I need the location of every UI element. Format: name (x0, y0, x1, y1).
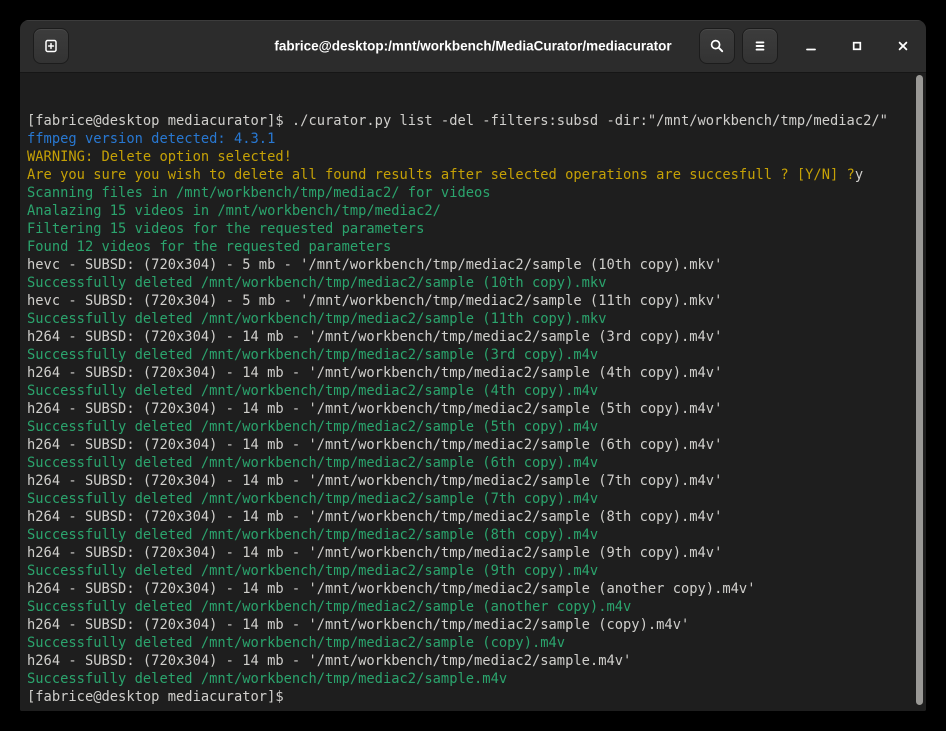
minimize-icon (803, 38, 819, 54)
terminal-line: Successfully deleted /mnt/workbench/tmp/… (27, 382, 910, 400)
terminal-line: Found 12 videos for the requested parame… (27, 238, 910, 256)
terminal-line: [fabrice@desktop mediacurator]$ ./curato… (27, 112, 910, 130)
terminal-line: Successfully deleted /mnt/workbench/tmp/… (27, 418, 910, 436)
menu-button[interactable] (742, 28, 778, 64)
terminal-screen[interactable]: [fabrice@desktop mediacurator]$ ./curato… (20, 73, 926, 711)
terminal-line: Successfully deleted /mnt/workbench/tmp/… (27, 346, 910, 364)
terminal-line: Scanning files in /mnt/workbench/tmp/med… (27, 184, 910, 202)
close-icon (895, 38, 911, 54)
terminal-line: h264 - SUBSD: (720x304) - 14 mb - '/mnt/… (27, 616, 910, 634)
terminal-window: fabrice@desktop:/mnt/workbench/MediaCura… (20, 20, 926, 711)
minimize-button[interactable] (798, 33, 824, 59)
terminal-line: Successfully deleted /mnt/workbench/tmp/… (27, 526, 910, 544)
terminal-line: h264 - SUBSD: (720x304) - 14 mb - '/mnt/… (27, 436, 910, 454)
terminal-line: h264 - SUBSD: (720x304) - 14 mb - '/mnt/… (27, 472, 910, 490)
menu-icon (752, 38, 768, 54)
terminal-line: Successfully deleted /mnt/workbench/tmp/… (27, 274, 910, 292)
terminal-line: WARNING: Delete option selected! (27, 148, 910, 166)
terminal-line: h264 - SUBSD: (720x304) - 14 mb - '/mnt/… (27, 400, 910, 418)
terminal-line: [fabrice@desktop mediacurator]$ (27, 688, 910, 706)
terminal-line: h264 - SUBSD: (720x304) - 14 mb - '/mnt/… (27, 544, 910, 562)
maximize-button[interactable] (844, 33, 870, 59)
terminal-line: h264 - SUBSD: (720x304) - 14 mb - '/mnt/… (27, 364, 910, 382)
terminal-line: h264 - SUBSD: (720x304) - 14 mb - '/mnt/… (27, 652, 910, 670)
terminal-line: hevc - SUBSD: (720x304) - 5 mb - '/mnt/w… (27, 256, 910, 274)
terminal-line: h264 - SUBSD: (720x304) - 14 mb - '/mnt/… (27, 328, 910, 346)
titlebar[interactable]: fabrice@desktop:/mnt/workbench/MediaCura… (20, 20, 926, 73)
terminal-line: Successfully deleted /mnt/workbench/tmp/… (27, 562, 910, 580)
maximize-icon (849, 38, 865, 54)
new-tab-icon (43, 38, 59, 54)
terminal-line: Analazing 15 videos in /mnt/workbench/tm… (27, 202, 910, 220)
terminal-line: Filtering 15 videos for the requested pa… (27, 220, 910, 238)
new-tab-button[interactable] (33, 28, 69, 64)
terminal-line: Successfully deleted /mnt/workbench/tmp/… (27, 670, 910, 688)
terminal-line: h264 - SUBSD: (720x304) - 14 mb - '/mnt/… (27, 508, 910, 526)
scrollbar-thumb[interactable] (916, 75, 923, 705)
window-title: fabrice@desktop:/mnt/workbench/MediaCura… (274, 39, 671, 54)
terminal-line: Successfully deleted /mnt/workbench/tmp/… (27, 310, 910, 328)
terminal-line: Successfully deleted /mnt/workbench/tmp/… (27, 634, 910, 652)
terminal-line: hevc - SUBSD: (720x304) - 5 mb - '/mnt/w… (27, 292, 910, 310)
titlebar-right-controls (699, 20, 916, 72)
terminal-output: [fabrice@desktop mediacurator]$ ./curato… (27, 112, 910, 706)
close-button[interactable] (890, 33, 916, 59)
search-icon (709, 38, 725, 54)
terminal-line: Successfully deleted /mnt/workbench/tmp/… (27, 598, 910, 616)
terminal-line: Are you sure you wish to delete all foun… (27, 166, 910, 184)
search-button[interactable] (699, 28, 735, 64)
terminal-line: Successfully deleted /mnt/workbench/tmp/… (27, 490, 910, 508)
terminal-line: Successfully deleted /mnt/workbench/tmp/… (27, 454, 910, 472)
terminal-line: h264 - SUBSD: (720x304) - 14 mb - '/mnt/… (27, 580, 910, 598)
terminal-line: ffmpeg version detected: 4.3.1 (27, 130, 910, 148)
